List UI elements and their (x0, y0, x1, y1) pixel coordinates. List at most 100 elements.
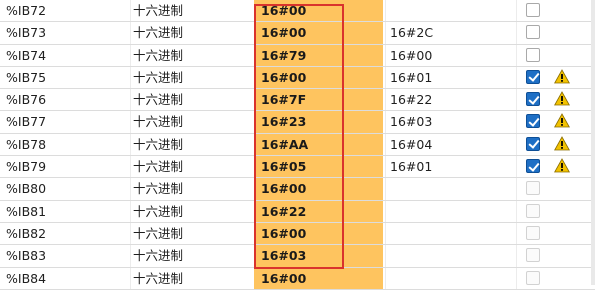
monitor-value-cell: 16#00 (254, 222, 383, 245)
address-cell[interactable]: %IB75 (6, 67, 126, 88)
address-cell[interactable]: %IB82 (6, 223, 126, 244)
address-cell[interactable]: %IB74 (6, 45, 126, 66)
display-format-cell[interactable]: 十六进制 (133, 67, 253, 88)
modify-enable-cell[interactable] (516, 178, 595, 200)
column-separator (385, 178, 386, 200)
modify-enable-cell[interactable] (516, 44, 595, 66)
display-format-cell[interactable]: 十六进制 (133, 111, 253, 132)
display-format-cell[interactable]: 十六进制 (133, 89, 253, 110)
address-cell[interactable]: %IB84 (6, 268, 126, 289)
modify-value-cell[interactable] (386, 0, 506, 21)
modify-checkbox[interactable] (526, 225, 540, 240)
table-row[interactable]: %IB82 十六进制 16#00 (0, 222, 595, 246)
display-format-cell[interactable]: 十六进制 (133, 201, 253, 222)
modify-checkbox[interactable] (526, 248, 540, 263)
warning-icon (554, 113, 570, 128)
modify-checkbox[interactable] (526, 92, 540, 107)
vertical-scrollbar[interactable] (591, 0, 595, 285)
modify-enable-cell[interactable] (516, 89, 595, 111)
table-row[interactable]: %IB80 十六进制 16#00 (0, 178, 595, 201)
monitor-value-cell: 16#00 (254, 178, 383, 200)
modify-enable-cell[interactable] (516, 156, 595, 178)
table-row[interactable]: %IB76 十六进制 16#7F 16#22 (0, 89, 595, 112)
column-separator (130, 0, 131, 22)
address-cell[interactable]: %IB73 (6, 22, 126, 43)
column-separator (130, 111, 131, 133)
display-format-cell[interactable]: 十六进制 (133, 0, 253, 21)
modify-checkbox[interactable] (526, 3, 540, 17)
table-row[interactable]: %IB75 十六进制 16#00 16#01 (0, 66, 595, 90)
modify-enable-cell[interactable] (516, 22, 595, 44)
modify-enable-cell[interactable] (516, 200, 595, 222)
column-separator (130, 156, 131, 178)
modify-checkbox[interactable] (526, 47, 540, 62)
modify-value-cell[interactable] (386, 201, 506, 222)
table-row[interactable]: %IB83 十六进制 16#03 (0, 245, 595, 268)
column-separator (516, 22, 517, 44)
monitor-value-cell: 16#AA (254, 133, 383, 156)
table-row[interactable]: %IB73 十六进制 16#00 16#2C (0, 22, 595, 45)
modify-checkbox[interactable] (526, 114, 540, 129)
modify-enable-cell[interactable] (516, 267, 595, 289)
table-row[interactable]: %IB84 十六进制 16#00 (0, 267, 595, 290)
modify-enable-cell[interactable] (516, 111, 595, 133)
modify-value-cell[interactable]: 16#04 (386, 134, 506, 155)
modify-checkbox[interactable] (526, 203, 540, 218)
address-cell[interactable]: %IB76 (6, 89, 126, 110)
monitor-value-cell: 16#05 (254, 156, 383, 178)
table-row[interactable]: %IB74 十六进制 16#79 16#00 (0, 44, 595, 67)
modify-value-cell[interactable] (386, 245, 506, 266)
modify-value-cell[interactable]: 16#2C (386, 22, 506, 43)
display-format-cell[interactable]: 十六进制 (133, 156, 253, 177)
column-separator (516, 222, 517, 245)
table-row[interactable]: %IB81 十六进制 16#22 (0, 200, 595, 223)
display-format-cell[interactable]: 十六进制 (133, 134, 253, 155)
display-format-cell[interactable]: 十六进制 (133, 268, 253, 289)
monitor-value-cell: 16#00 (254, 0, 383, 22)
modify-checkbox[interactable] (526, 136, 540, 151)
table-row[interactable]: %IB78 十六进制 16#AA 16#04 (0, 133, 595, 157)
address-cell[interactable]: %IB81 (6, 201, 126, 222)
column-separator (385, 133, 386, 156)
address-cell[interactable]: %IB83 (6, 245, 126, 266)
modify-value-cell[interactable]: 16#03 (386, 111, 506, 132)
address-cell[interactable]: %IB72 (6, 0, 126, 21)
modify-value-cell[interactable] (386, 178, 506, 199)
modify-checkbox[interactable] (526, 25, 540, 40)
modify-enable-cell[interactable] (516, 66, 595, 89)
address-cell[interactable]: %IB80 (6, 178, 126, 199)
address-cell[interactable]: %IB77 (6, 111, 126, 132)
column-separator (130, 200, 131, 222)
modify-enable-cell[interactable] (516, 222, 595, 245)
column-separator (385, 200, 386, 222)
modify-checkbox[interactable] (526, 181, 540, 196)
modify-value-cell[interactable] (386, 223, 506, 244)
display-format-cell[interactable]: 十六进制 (133, 45, 253, 66)
table-row[interactable]: %IB72 十六进制 16#00 (0, 0, 595, 23)
display-format-cell[interactable]: 十六进制 (133, 223, 253, 244)
modify-checkbox[interactable] (526, 270, 540, 285)
monitor-value-cell: 16#79 (254, 44, 383, 66)
modify-enable-cell[interactable] (516, 245, 595, 267)
modify-value-cell[interactable]: 16#01 (386, 156, 506, 177)
modify-value-cell[interactable]: 16#01 (386, 67, 506, 88)
column-separator (385, 0, 386, 22)
display-format-cell[interactable]: 十六进制 (133, 245, 253, 266)
address-cell[interactable]: %IB78 (6, 134, 126, 155)
modify-checkbox[interactable] (526, 69, 540, 84)
modify-value-cell[interactable] (386, 268, 506, 289)
warning-icon (554, 91, 570, 106)
modify-enable-cell[interactable] (516, 133, 595, 156)
address-cell[interactable]: %IB79 (6, 156, 126, 177)
table-row[interactable]: %IB79 十六进制 16#05 16#01 (0, 156, 595, 179)
display-format-cell[interactable]: 十六进制 (133, 178, 253, 199)
modify-enable-cell[interactable] (516, 0, 595, 22)
modify-value-cell[interactable]: 16#00 (386, 45, 506, 66)
modify-checkbox[interactable] (526, 159, 540, 174)
display-format-cell[interactable]: 十六进制 (133, 22, 253, 43)
monitor-value-cell: 16#00 (254, 267, 383, 289)
column-separator (516, 44, 517, 66)
table-row[interactable]: %IB77 十六进制 16#23 16#03 (0, 111, 595, 134)
column-separator (385, 89, 386, 111)
modify-value-cell[interactable]: 16#22 (386, 89, 506, 110)
